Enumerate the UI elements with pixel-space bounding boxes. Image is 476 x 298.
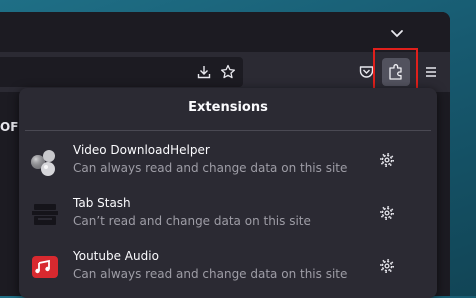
extension-item-youtube-audio[interactable]: Youtube Audio Can always read and change… — [19, 241, 437, 291]
gear-icon[interactable] — [377, 256, 397, 276]
gear-icon[interactable] — [377, 150, 397, 170]
panel-title: Extensions — [188, 100, 268, 115]
url-bar[interactable] — [0, 57, 243, 87]
star-icon[interactable] — [217, 61, 239, 83]
divider — [25, 130, 431, 131]
extension-item-video-downloadhelper[interactable]: Video DownloadHelper Can always read and… — [19, 135, 437, 185]
extension-name: Youtube Audio — [73, 249, 159, 263]
extension-status: Can always read and change data on this … — [73, 267, 348, 281]
extension-name: Video DownloadHelper — [73, 143, 210, 157]
download-icon[interactable] — [193, 61, 215, 83]
extension-status: Can’t read and change data on this site — [73, 214, 311, 228]
extensions-button-highlight — [373, 48, 418, 91]
page-heading-fragment: OF — [0, 120, 19, 134]
gear-icon[interactable] — [377, 203, 397, 223]
extension-status: Can always read and change data on this … — [73, 161, 348, 175]
extensions-panel: Extensions Video DownloadHelper Can alwa… — [19, 88, 437, 298]
extension-item-tab-stash[interactable]: Tab Stash Can’t read and change data on … — [19, 188, 437, 238]
extension-name: Tab Stash — [73, 196, 131, 210]
hamburger-menu-icon[interactable] — [420, 61, 442, 83]
tab-stash-icon — [29, 198, 61, 230]
tab-bar — [0, 12, 450, 52]
youtube-audio-icon — [29, 251, 61, 283]
video-downloadhelper-icon — [29, 145, 61, 177]
chevron-down-icon[interactable] — [386, 23, 408, 45]
